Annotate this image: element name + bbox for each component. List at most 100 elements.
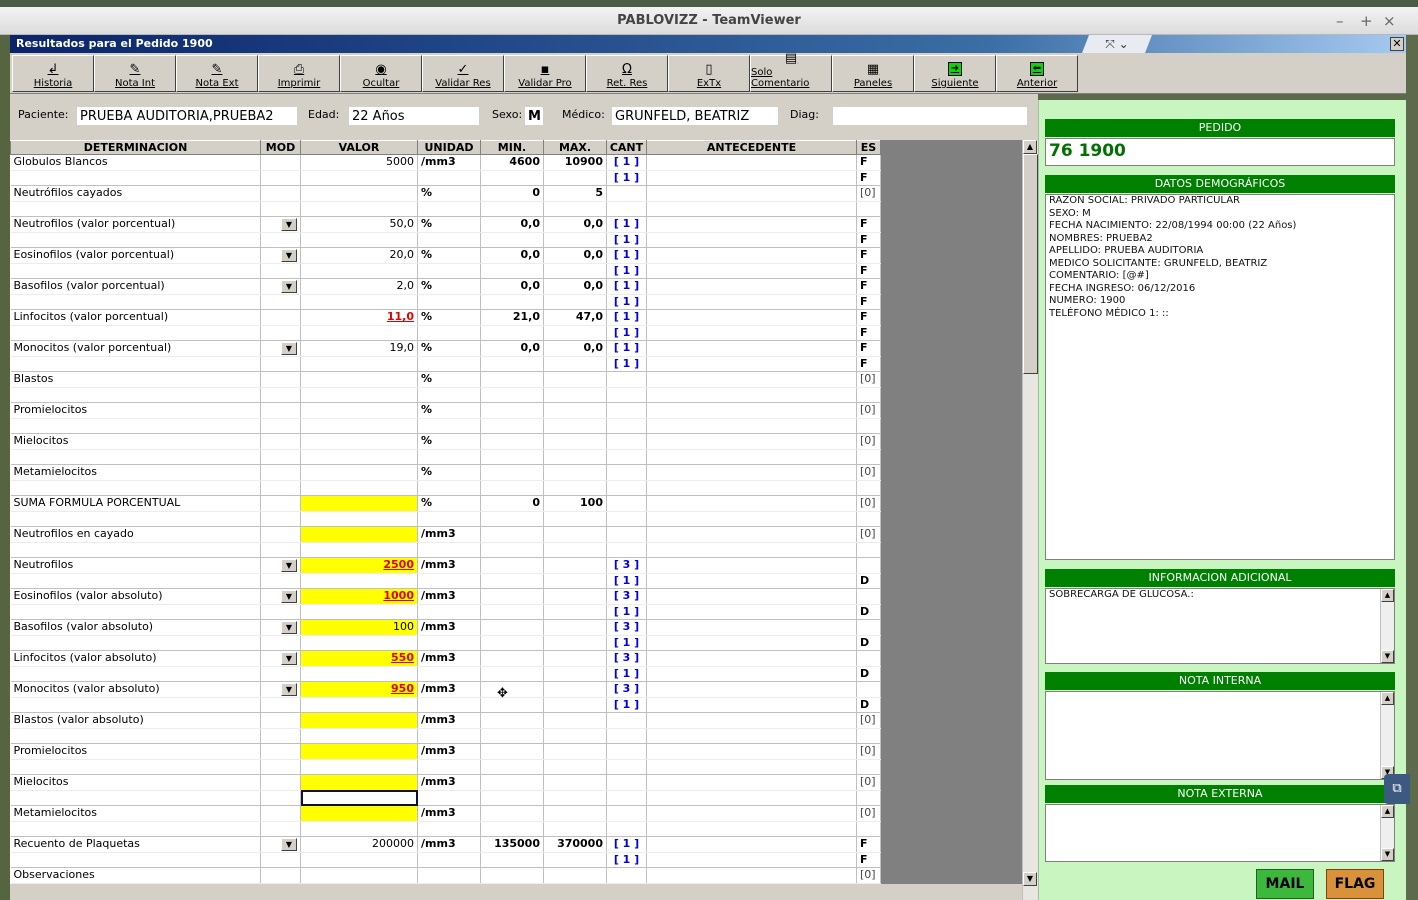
valor-cell[interactable] — [300, 433, 418, 450]
column-header[interactable]: UNIDAD — [417, 140, 481, 155]
scroll-down-icon[interactable]: ▼ — [1381, 848, 1394, 861]
valor-cell[interactable]: 11,0 — [300, 309, 418, 326]
table-row[interactable]: SUMA FORMULA PORCENTUAL% 0 100 [0] — [10, 495, 881, 512]
mail-button[interactable]: MAIL — [1256, 869, 1314, 899]
toolbar-button-validar-res[interactable]: ✓ Validar Res — [422, 55, 504, 92]
valor-cell[interactable] — [300, 774, 418, 791]
maximize-icon[interactable]: + — [1360, 7, 1373, 35]
table-row[interactable]: Blastos (valor absoluto) /mm3 [0] — [10, 712, 881, 729]
dropdown-arrow-icon[interactable]: ▼ — [281, 558, 297, 572]
scroll-up-icon[interactable]: ▲ — [1381, 805, 1394, 818]
valor-cell[interactable] — [300, 495, 418, 512]
mod-cell[interactable]: ▼ — [260, 588, 301, 605]
nota-interna-box[interactable]: ▲ ▼ — [1045, 691, 1395, 780]
grid-vertical-scrollbar[interactable]: ▲ ▼ — [1022, 140, 1038, 900]
column-header[interactable]: ANTECEDENTE — [646, 140, 857, 155]
column-header[interactable]: ES — [856, 140, 881, 155]
dropdown-arrow-icon[interactable]: ▼ — [281, 217, 297, 231]
table-row[interactable]: Linfocitos (valor absoluto) ▼ 550/mm3 [ 3 ] — [10, 650, 881, 667]
valor-cell[interactable]: 5000 — [300, 154, 418, 171]
mod-cell[interactable]: ▼ — [260, 650, 301, 667]
table-row[interactable]: Blastos% [0] — [10, 371, 881, 388]
table-row[interactable]: Monocitos (valor porcentual) ▼ 19,0% 0,0 0,0… — [10, 340, 881, 357]
valor-cell[interactable]: 19,0 — [300, 340, 418, 357]
toolbar-button-nota-int[interactable]: ✎ Nota Int — [94, 55, 176, 92]
dropdown-arrow-icon[interactable]: ▼ — [281, 248, 297, 262]
mod-cell[interactable]: ▼ — [260, 681, 301, 698]
valor-cell[interactable] — [300, 371, 418, 388]
valor-cell[interactable] — [300, 805, 418, 822]
toolbar-button-paneles[interactable]: ▦ Paneles — [832, 55, 914, 92]
dropdown-arrow-icon[interactable]: ▼ — [281, 651, 297, 665]
mod-cell[interactable]: ▼ — [260, 247, 301, 264]
valor-cell[interactable]: 20,0 — [300, 247, 418, 264]
nota-externa-scrollbar[interactable]: ▲ ▼ — [1380, 805, 1394, 861]
toolbar-button-anterior[interactable]: ⬅ Anterior — [996, 55, 1078, 92]
valor-cell[interactable]: 550 — [300, 650, 418, 667]
table-row[interactable]: Globulos Blancos 5000/mm3 4600 10900[ 1 ] F — [10, 154, 881, 171]
teamviewer-tab-handle[interactable]: ⤧ ⌄ — [1082, 35, 1152, 53]
table-row[interactable]: Monocitos (valor absoluto) ▼ 950/mm3 [ 3 ] — [10, 681, 881, 698]
valor-cell[interactable]: 200000 — [300, 836, 418, 853]
toolbar-button-ret-res[interactable]: Ω Ret. Res — [586, 55, 668, 92]
table-row[interactable]: Recuento de Plaquetas ▼ 200000/mm3 135000 37… — [10, 836, 881, 853]
scroll-down-icon[interactable]: ▼ — [1381, 650, 1394, 663]
valor-cell[interactable] — [300, 712, 418, 729]
valor-cell[interactable] — [300, 185, 418, 202]
column-header[interactable]: MOD — [260, 140, 301, 155]
valor-cell-secondary[interactable] — [300, 790, 418, 806]
table-row[interactable]: Eosinofilos (valor absoluto) ▼ 1000/mm3 [ 3… — [10, 588, 881, 605]
valor-cell[interactable]: 50,0 — [300, 216, 418, 233]
valor-cell[interactable]: 950 — [300, 681, 418, 698]
valor-cell[interactable] — [300, 526, 418, 543]
valor-cell[interactable] — [300, 402, 418, 419]
scroll-down-arrow-icon[interactable]: ▼ — [1023, 872, 1037, 886]
teamviewer-panel-icon[interactable]: ⧉ — [1384, 774, 1410, 804]
valor-cell[interactable] — [300, 743, 418, 760]
nota-externa-box[interactable]: ▲ ▼ — [1045, 804, 1395, 862]
toolbar-button-imprimir[interactable]: ⎙ Imprimir — [258, 55, 340, 92]
table-row[interactable]: Observaciones [0] — [10, 867, 881, 884]
column-header[interactable]: MAX. — [543, 140, 607, 155]
window-close-button[interactable]: ✕ — [1390, 37, 1404, 51]
scroll-thumb[interactable] — [1023, 154, 1038, 374]
column-header[interactable]: CANT — [606, 140, 647, 155]
table-row[interactable]: Neutrofilos (valor porcentual) ▼ 50,0% 0,0 0… — [10, 216, 881, 233]
table-row[interactable]: Linfocitos (valor porcentual) 11,0% 21,0 47… — [10, 309, 881, 326]
scroll-up-arrow-icon[interactable]: ▲ — [1023, 140, 1037, 154]
valor-cell[interactable]: 2500 — [300, 557, 418, 574]
toolbar-button-validar-pro[interactable]: ▪ Validar Pro — [504, 55, 586, 92]
table-row[interactable]: Neutrófilos cayados% 0 5 [0] — [10, 185, 881, 202]
flag-button[interactable]: FLAG — [1326, 869, 1384, 899]
mod-cell[interactable]: ▼ — [260, 340, 301, 357]
mod-cell[interactable]: ▼ — [260, 557, 301, 574]
table-row[interactable]: Neutrofilos en cayado/mm3 [0] — [10, 526, 881, 543]
table-row[interactable]: Eosinofilos (valor porcentual) ▼ 20,0% 0,0 0… — [10, 247, 881, 264]
table-row[interactable]: Mielocitos% [0] — [10, 433, 881, 450]
toolbar-button-extx[interactable]: ▯ ExTx — [668, 55, 750, 92]
table-row[interactable]: Metamielocitos% [0] — [10, 464, 881, 481]
table-row[interactable]: Basofilos (valor absoluto) ▼ 100/mm3 [ 3 ] — [10, 619, 881, 636]
minimize-icon[interactable]: – — [1336, 7, 1344, 35]
toolbar-button-siguiente[interactable]: ➜ Siguiente — [914, 55, 996, 92]
valor-cell[interactable]: 100 — [300, 619, 418, 636]
table-row[interactable]: Promielocitos% [0] — [10, 402, 881, 419]
table-row[interactable]: Basofilos (valor porcentual) ▼ 2,0% 0,0 0,0[… — [10, 278, 881, 295]
info-adicional-box[interactable]: SOBRECARGA DE GLUCOSA.: ▲ ▼ — [1045, 588, 1395, 664]
column-header[interactable]: MIN. — [480, 140, 544, 155]
scroll-up-icon[interactable]: ▲ — [1381, 692, 1394, 705]
valor-cell[interactable]: 1000 — [300, 588, 418, 605]
valor-cell[interactable] — [300, 464, 418, 481]
column-header[interactable]: DETERMINACION — [10, 140, 261, 155]
table-row[interactable]: Metamielocitos/mm3 [0] — [10, 805, 881, 822]
scroll-up-icon[interactable]: ▲ — [1381, 589, 1394, 602]
dropdown-arrow-icon[interactable]: ▼ — [281, 341, 297, 355]
toolbar-button-solo-comentario[interactable]: ▤ Solo Comentario — [750, 51, 832, 92]
close-icon[interactable]: × — [1383, 7, 1396, 35]
dropdown-arrow-icon[interactable]: ▼ — [281, 279, 297, 293]
toolbar-button-nota-ext[interactable]: ✎ Nota Ext — [176, 55, 258, 92]
toolbar-button-ocultar[interactable]: ◉ Ocultar — [340, 55, 422, 92]
table-row[interactable]: Mielocitos/mm3 [0] — [10, 774, 881, 791]
dropdown-arrow-icon[interactable]: ▼ — [281, 620, 297, 634]
info-scrollbar[interactable]: ▲ ▼ — [1380, 589, 1394, 663]
